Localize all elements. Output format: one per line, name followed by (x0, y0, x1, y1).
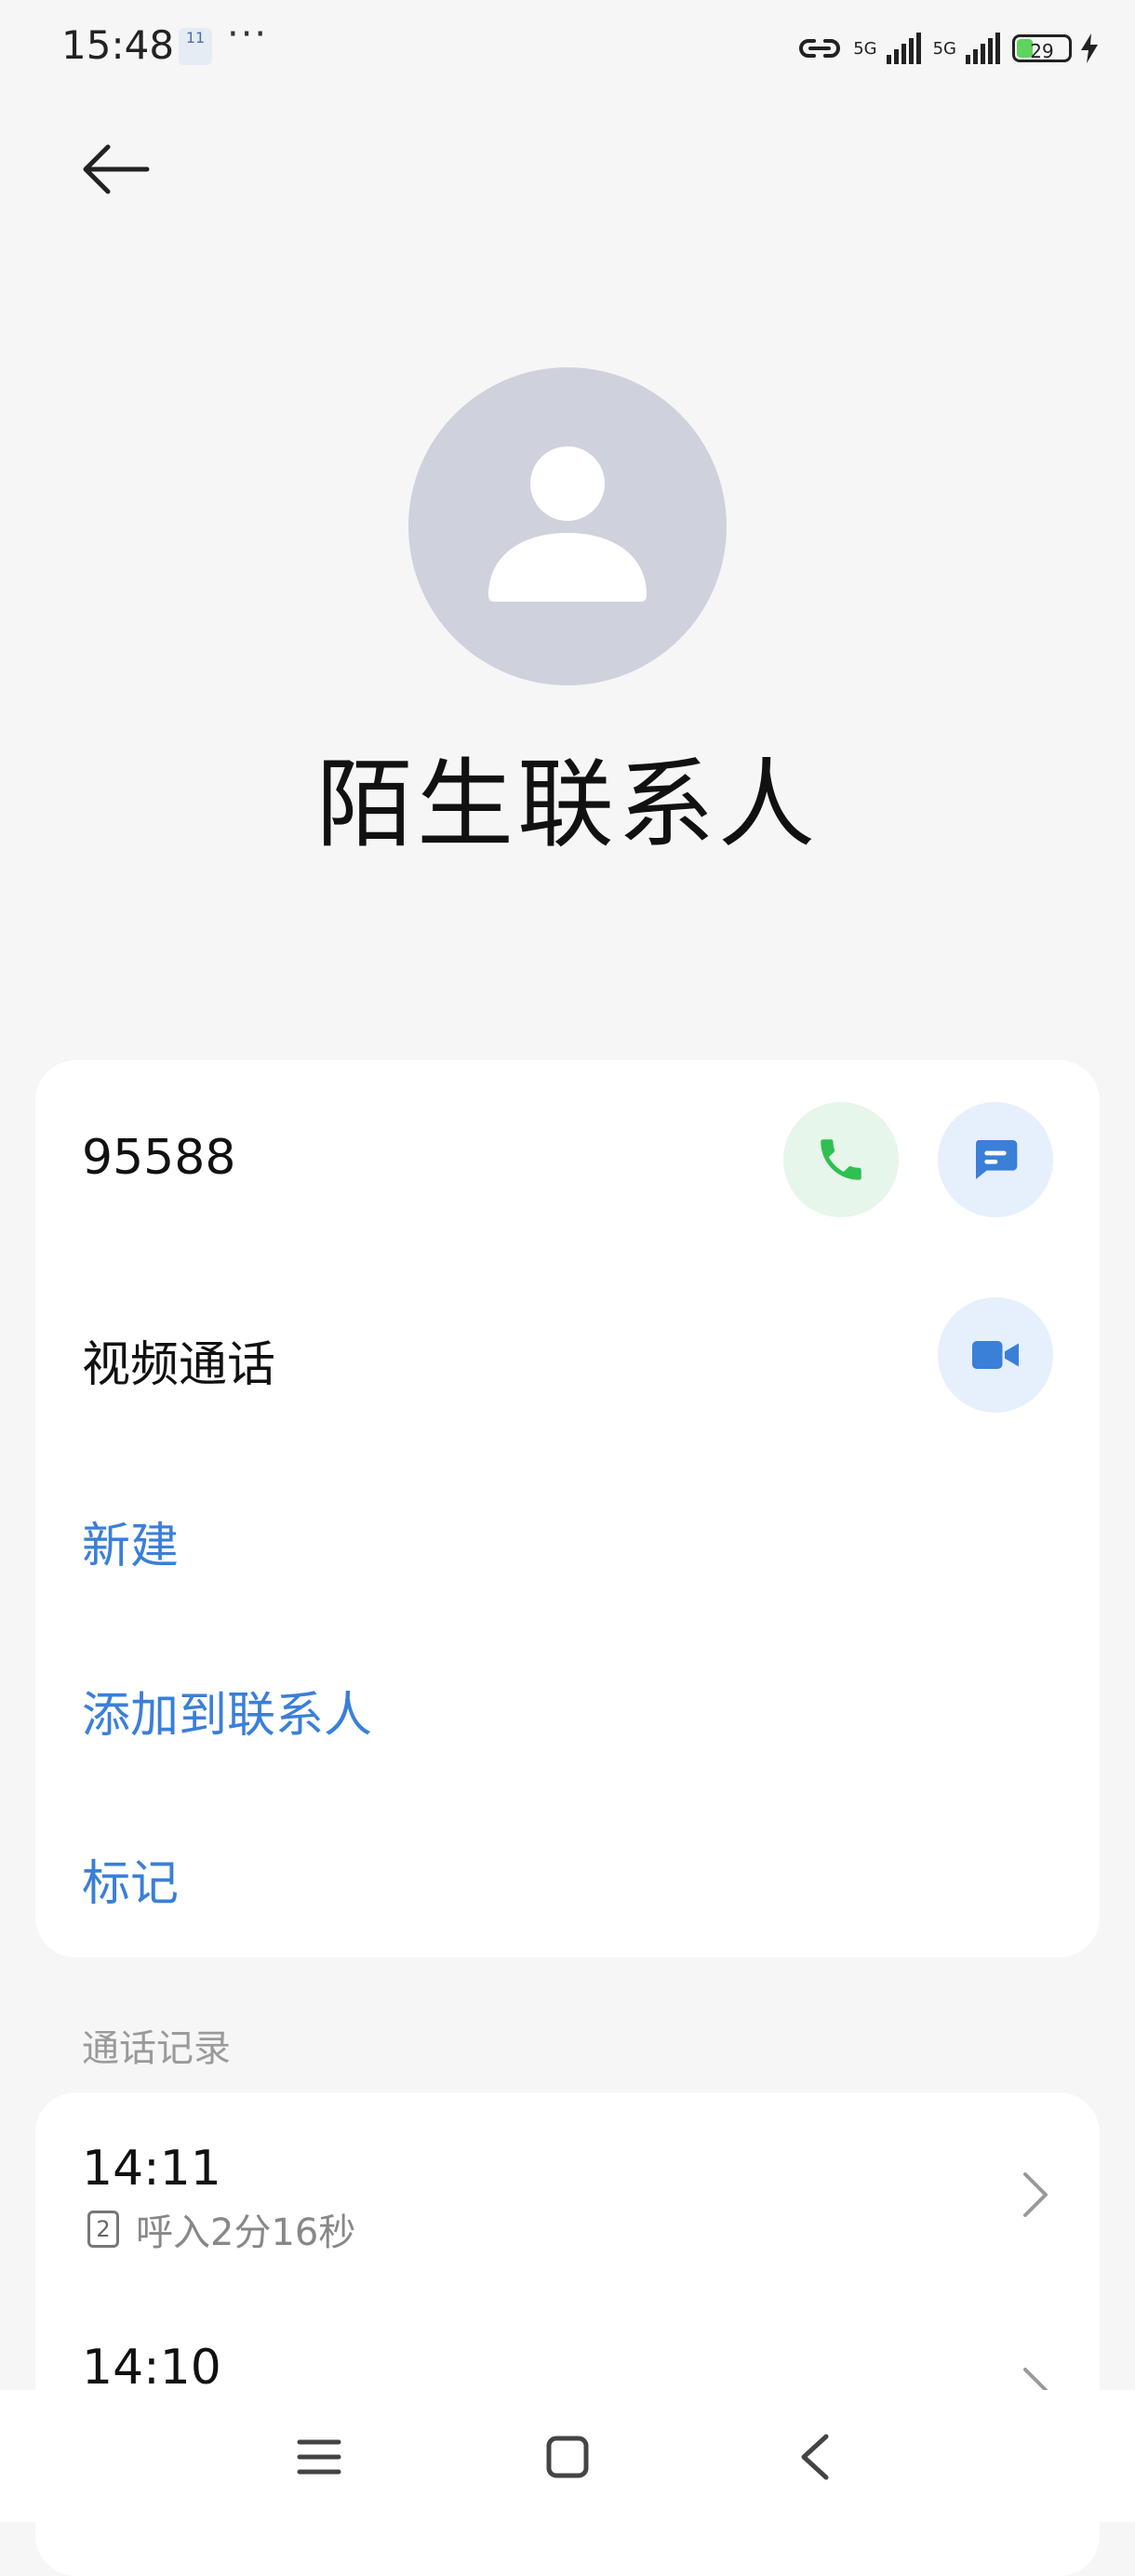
link-icon (799, 39, 841, 58)
status-time: 15:48 (61, 22, 175, 68)
sim-2-icon: 2 (87, 2211, 119, 2248)
battery-level: 29 (1030, 40, 1054, 62)
person-icon (488, 446, 647, 602)
back-nav-icon[interactable] (798, 2433, 832, 2481)
chevron-right-icon (1023, 2172, 1048, 2217)
contact-actions-card: 95588 视频通话 新建 添加到联系人 标记 (35, 1060, 1100, 1958)
call-log-detail: 呼入2分16秒 (136, 2211, 356, 2254)
add-to-contacts-link[interactable]: 添加到联系人 (82, 1676, 372, 1746)
call-log-time: 14:10 (82, 2340, 221, 2396)
contact-name: 陌生联系人 (315, 748, 819, 861)
call-log-section-title: 通话记录 (82, 2027, 231, 2070)
arrow-left-icon (83, 144, 150, 194)
status-right-icons: 5G 5G 29 (795, 26, 1098, 71)
signal-5g-label-1: 5G (853, 38, 877, 59)
menu-icon[interactable] (296, 2437, 342, 2477)
video-camera-icon (972, 1341, 1019, 1369)
call-button[interactable] (783, 1102, 899, 1217)
signal-5g-label-2: 5G (932, 38, 956, 59)
signal-bars-icon-1 (886, 33, 921, 64)
battery-icon: 29 (1012, 34, 1072, 62)
phone-icon (821, 1139, 861, 1180)
call-log-entry[interactable]: 14:11 2 呼入2分16秒 (35, 2092, 1100, 2288)
call-log-time: 14:11 (82, 2141, 221, 2197)
contact-avatar (408, 367, 727, 685)
calendar-notification-icon: 11 (179, 28, 212, 65)
message-button[interactable] (938, 1102, 1053, 1217)
new-contact-link[interactable]: 新建 (82, 1507, 179, 1576)
phone-number[interactable]: 95588 (82, 1130, 235, 1186)
signal-bars-icon-2 (966, 33, 1000, 64)
video-call-label[interactable]: 视频通话 (82, 1325, 275, 1395)
message-icon (975, 1140, 1018, 1179)
home-icon[interactable] (545, 2435, 590, 2479)
status-bar: 15:48 11 ··· 5G 5G 29 (0, 0, 1135, 97)
call-log-detail-row: 2 呼入2分16秒 (87, 2202, 355, 2256)
back-button[interactable] (78, 139, 153, 214)
charging-bolt-icon (1081, 33, 1098, 63)
video-call-button[interactable] (938, 1297, 1053, 1413)
system-navigation-bar (0, 2390, 1135, 2522)
more-notifications-icon: ··· (227, 13, 269, 56)
mark-link[interactable]: 标记 (82, 1844, 179, 1914)
